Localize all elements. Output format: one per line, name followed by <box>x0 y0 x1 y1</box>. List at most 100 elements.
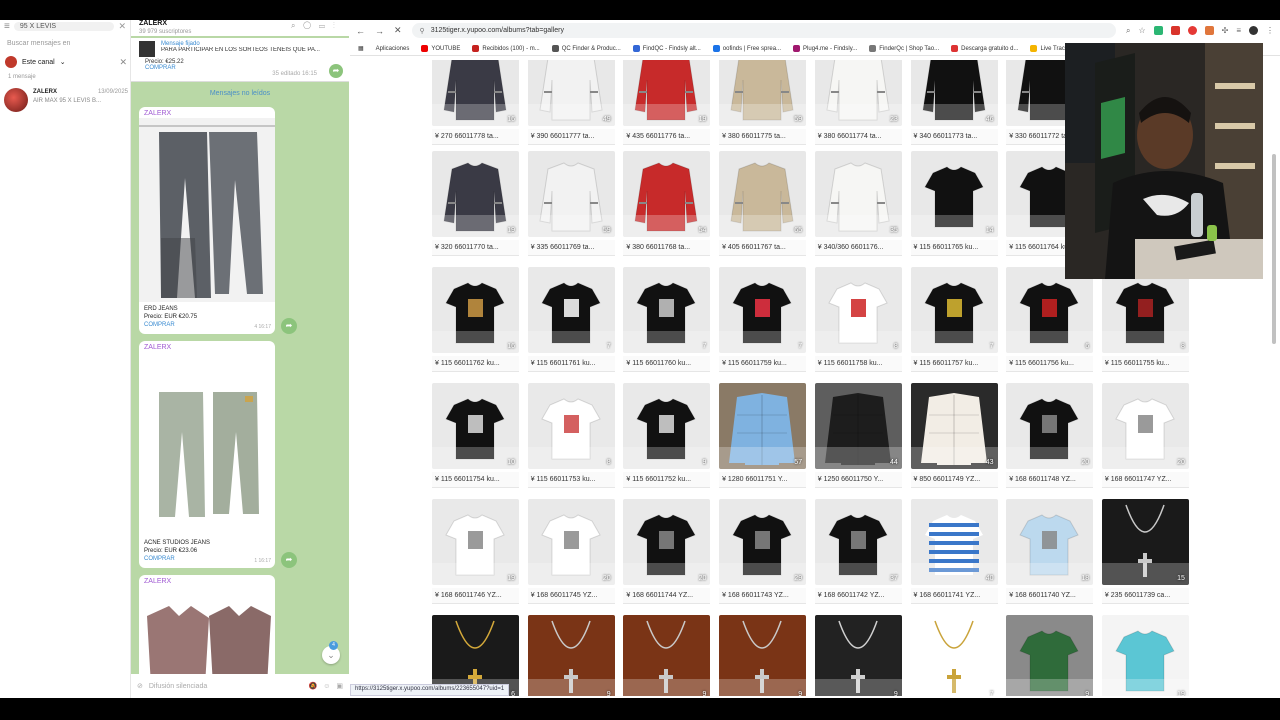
album-title[interactable]: ¥ 115 66011752 ku... <box>623 472 711 488</box>
more-icon[interactable]: ⋮ <box>333 21 343 30</box>
extension-icon[interactable] <box>1170 25 1180 35</box>
album-thumbnail[interactable]: 46 <box>910 60 998 126</box>
album-card[interactable]: 9¥ 235 66011736 ca... <box>623 615 711 696</box>
album-thumbnail[interactable]: 14 <box>910 151 998 237</box>
album-card[interactable]: 15 ¥ 235 66011739 ca... <box>1101 499 1189 607</box>
post-image[interactable] <box>139 352 275 536</box>
album-title[interactable]: ¥ 115 66011760 ku... <box>623 356 711 372</box>
album-card[interactable]: 20 ¥ 168 66011747 YZ... <box>1101 383 1189 491</box>
album-title[interactable]: ¥ 115 66011756 ku... <box>1006 356 1094 372</box>
album-thumbnail[interactable]: 19 <box>432 151 519 237</box>
bookmark[interactable]: oofinds | Free sprea... <box>712 45 781 52</box>
album-thumbnail[interactable]: 20 <box>1101 383 1189 469</box>
album-card[interactable]: 20 ¥ 168 66011745 YZ... <box>527 499 615 607</box>
album-title[interactable]: ¥ 115 66011757 ku... <box>910 356 998 372</box>
apps-grid-icon[interactable]: ▦ <box>358 45 364 52</box>
clear-search-icon[interactable]: ✕ <box>118 21 126 32</box>
bookmark-star-icon[interactable]: ☆ <box>1138 26 1145 36</box>
album-title[interactable]: ¥ 168 66011740 YZ... <box>1006 588 1094 604</box>
media-icon[interactable]: ≡ <box>1236 26 1241 36</box>
bookmark[interactable]: QC Finder & Produc... <box>551 45 621 52</box>
album-title[interactable]: ¥ 390 66011777 ta... <box>527 129 615 145</box>
album-thumbnail[interactable]: 7 <box>623 267 711 353</box>
comments-icon[interactable]: ◯ <box>303 21 318 30</box>
album-title[interactable]: ¥ 270 66011778 ta... <box>432 129 519 145</box>
album-title[interactable]: ¥ 168 66011743 YZ... <box>719 588 807 604</box>
album-thumbnail[interactable]: 37 <box>814 499 902 585</box>
album-thumbnail[interactable]: 8 <box>814 267 902 353</box>
more-icon[interactable]: ⋮ <box>1266 26 1274 36</box>
album-thumbnail[interactable]: 18 <box>1006 499 1094 585</box>
album-card[interactable]: 16 ¥ 115 66011762 ku... <box>432 267 519 375</box>
album-thumbnail[interactable]: 54 <box>623 151 711 237</box>
album-card[interactable]: 7 ¥ 115 66011760 ku... <box>623 267 711 375</box>
album-card[interactable]: 9¥ 235 66011735 ca... <box>719 615 807 696</box>
album-title[interactable]: ¥ 115 66011762 ku... <box>432 356 519 372</box>
album-card[interactable]: 20 ¥ 168 66011748 YZ... <box>1006 383 1094 491</box>
pinned-message[interactable]: Mensaje fijado PARA PARTICIPAR EN LOS SO… <box>131 38 349 82</box>
album-title[interactable]: ¥ 1280 66011751 Y... <box>719 472 807 488</box>
bookmark[interactable]: Descarga gratuito d... <box>951 45 1018 52</box>
album-thumbnail[interactable]: 9 <box>814 615 902 696</box>
forward-icon[interactable]: ➦ <box>329 64 343 78</box>
album-card[interactable]: 9 ¥ 115 66011752 ku... <box>623 383 711 491</box>
album-thumbnail[interactable]: 19 <box>432 499 519 585</box>
scroll-down-button[interactable]: ⌄ 4 <box>322 641 340 664</box>
album-card[interactable]: 65 ¥ 405 66011767 ta... <box>719 151 807 259</box>
album-title[interactable]: ¥ 168 66011742 YZ... <box>814 588 902 604</box>
album-title[interactable]: ¥ 1250 66011750 Y... <box>814 472 902 488</box>
buy-link[interactable]: COMPRAR <box>144 321 270 329</box>
zoom-icon[interactable]: ⌕ <box>1126 26 1130 36</box>
album-card[interactable]: 8 ¥ 115 66011753 ku... <box>527 383 615 491</box>
album-card[interactable]: 10 ¥ 115 66011754 ku... <box>432 383 519 491</box>
attach-icon[interactable]: ⊘ <box>137 682 143 690</box>
album-title[interactable]: ¥ 115 66011765 ku... <box>910 240 998 256</box>
sidebar-icon[interactable]: ▭ <box>319 21 333 30</box>
album-title[interactable]: ¥ 168 66011747 YZ... <box>1101 472 1189 488</box>
bookmark[interactable]: FinderQc | Shop Tao... <box>869 45 939 52</box>
album-title[interactable]: ¥ 168 66011748 YZ... <box>1006 472 1094 488</box>
album-card[interactable]: 59 ¥ 335 66011769 ta... <box>527 151 615 259</box>
album-card[interactable]: 16 ¥ 270 66011778 ta... <box>432 60 519 148</box>
album-thumbnail[interactable]: 9 <box>527 615 615 696</box>
mute-icon[interactable]: 🔕 <box>309 682 318 690</box>
album-title[interactable]: ¥ 435 66011776 ta... <box>623 129 711 145</box>
album-card[interactable]: 59 ¥ 380 66011775 ta... <box>719 60 807 148</box>
stop-icon[interactable]: ✕ <box>394 25 402 36</box>
album-thumbnail[interactable]: 29 <box>719 499 807 585</box>
album-card[interactable]: 35 ¥ 340/360 6601176... <box>814 151 902 259</box>
album-card[interactable]: 43 ¥ 850 66011749 YZ... <box>910 383 998 491</box>
album-card[interactable]: 40 ¥ 168 66011741 YZ... <box>910 499 998 607</box>
album-thumbnail[interactable]: 7 <box>527 267 615 353</box>
album-card[interactable]: 20 ¥ 168 66011744 YZ... <box>623 499 711 607</box>
album-thumbnail[interactable]: 65 <box>719 151 807 237</box>
site-info-icon[interactable]: ⚲ <box>420 27 425 35</box>
channel-header[interactable]: ZALERX 39 979 suscriptores ⌕◯▭⋮ <box>131 20 349 36</box>
album-thumbnail[interactable]: 19 <box>1101 615 1189 696</box>
album-title[interactable]: ¥ 850 66011749 YZ... <box>910 472 998 488</box>
album-card[interactable]: 57 ¥ 1280 66011751 Y... <box>719 383 807 491</box>
album-thumbnail[interactable]: 20 <box>623 499 711 585</box>
album-card[interactable]: 7 ¥ 115 66011757 ku... <box>910 267 998 375</box>
bookmark[interactable]: Recibidos (100) - m... <box>472 45 540 52</box>
album-title[interactable]: ¥ 115 66011758 ku... <box>814 356 902 372</box>
album-title[interactable]: ¥ 380 66011774 ta... <box>814 129 902 145</box>
album-thumbnail[interactable]: 7 <box>910 615 998 696</box>
forward-nav-icon[interactable]: → <box>375 26 384 36</box>
bookmark[interactable]: Plug4.me - Findsly... <box>793 45 857 52</box>
album-thumbnail[interactable]: 59 <box>719 60 807 126</box>
scope-filter[interactable]: Este canal ⌄ ✕ <box>5 55 127 69</box>
album-thumbnail[interactable]: 6 <box>1006 267 1094 353</box>
album-title[interactable]: ¥ 115 66011753 ku... <box>527 472 615 488</box>
album-card[interactable]: 19 ¥ 435 66011776 ta... <box>623 60 711 148</box>
album-thumbnail[interactable]: 49 <box>527 60 615 126</box>
album-title[interactable]: ¥ 235 66011739 ca... <box>1101 588 1189 604</box>
album-title[interactable]: ¥ 405 66011767 ta... <box>719 240 807 256</box>
album-card[interactable]: 37 ¥ 168 66011742 YZ... <box>814 499 902 607</box>
album-title[interactable]: ¥ 115 66011755 ku... <box>1101 356 1189 372</box>
message-input[interactable]: Difusión silenciada <box>149 683 303 690</box>
post-image[interactable] <box>139 118 275 302</box>
album-title[interactable]: ¥ 320 66011770 ta... <box>432 240 519 256</box>
album-card[interactable]: 7¥ 235 66011733 ca... <box>910 615 998 696</box>
album-title[interactable]: ¥ 115 66011759 ku... <box>719 356 807 372</box>
